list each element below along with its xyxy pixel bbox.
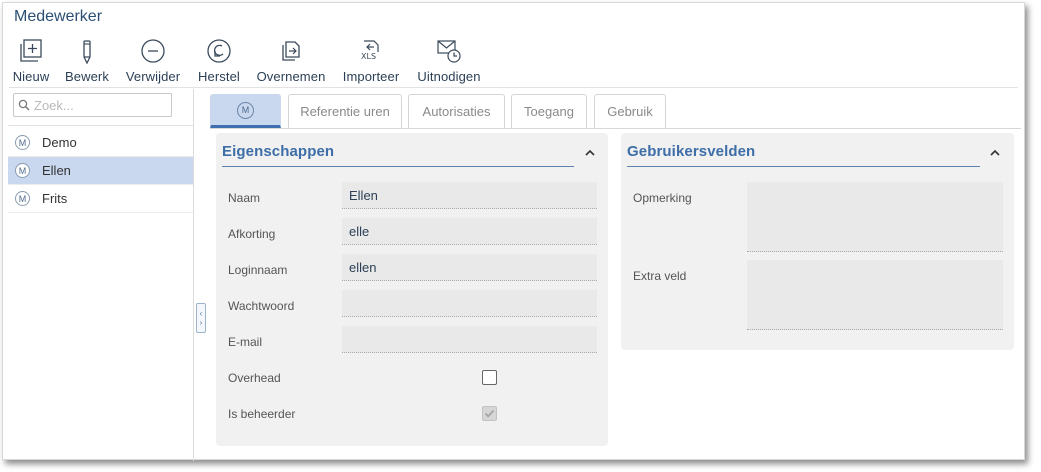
- delete-button[interactable]: Verwijder: [123, 37, 183, 87]
- edit-label: Bewerk: [65, 69, 109, 84]
- tab-label: Gebruik: [607, 104, 653, 119]
- copy-label: Overnemen: [256, 69, 326, 84]
- overhead-checkbox[interactable]: [482, 370, 497, 385]
- checkmark-icon: [484, 409, 495, 418]
- abbrev-field[interactable]: elle: [342, 218, 597, 245]
- employee-badge-icon: M: [15, 135, 30, 150]
- copy-button[interactable]: Overnemen: [255, 37, 327, 87]
- chevron-right-icon: ›: [199, 318, 203, 327]
- tab-access[interactable]: Toegang: [511, 94, 587, 128]
- employee-badge-icon: M: [15, 191, 30, 206]
- admin-checkbox[interactable]: [482, 406, 497, 421]
- tab-label: Referentie uren: [300, 104, 390, 119]
- overhead-label: Overhead: [228, 371, 281, 385]
- tab-reference-hours[interactable]: Referentie uren: [288, 94, 402, 128]
- tab-label: Autorisaties: [422, 104, 491, 119]
- password-label: Wachtwoord: [228, 299, 295, 313]
- window-title: Medewerker: [14, 8, 103, 25]
- copy-icon: [278, 37, 304, 65]
- invite-button[interactable]: Uitnodigen: [413, 37, 485, 87]
- restore-label: Herstel: [198, 69, 240, 84]
- name-label: Naam: [228, 191, 261, 205]
- import-label: Importeer: [342, 69, 400, 84]
- user-fields-header: Gebruikersvelden: [627, 143, 980, 167]
- restore-button[interactable]: Herstel: [195, 37, 243, 87]
- chevron-up-icon[interactable]: [583, 146, 597, 160]
- list-divider: [8, 125, 193, 126]
- user-fields-title: Gebruikersvelden: [627, 143, 756, 160]
- search-icon: [14, 99, 34, 111]
- list-item[interactable]: M Ellen: [8, 157, 193, 185]
- mail-clock-icon: [436, 37, 462, 65]
- email-field[interactable]: [342, 326, 597, 353]
- properties-header: Eigenschappen: [222, 143, 574, 167]
- import-button[interactable]: XLS Importeer: [339, 37, 403, 87]
- toolbar-divider: [9, 87, 1018, 88]
- invite-label: Uitnodigen: [417, 69, 481, 84]
- employee-name: Ellen: [42, 163, 71, 178]
- login-label: Loginnaam: [228, 263, 288, 277]
- employee-badge-icon: M: [237, 101, 254, 119]
- employee-name: Frits: [42, 191, 68, 206]
- email-label: E-mail: [228, 335, 263, 349]
- name-field[interactable]: Ellen: [342, 182, 597, 209]
- employee-window: Medewerker Nieuw Bewerk Verwijder Herste…: [2, 2, 1025, 461]
- list-item[interactable]: M Frits: [8, 185, 193, 213]
- new-label: Nieuw: [12, 69, 50, 84]
- tab-authorizations[interactable]: Autorisaties: [408, 94, 505, 128]
- password-field[interactable]: [342, 290, 597, 317]
- employee-name: Demo: [42, 135, 77, 150]
- employee-badge-icon: M: [15, 163, 30, 178]
- login-field[interactable]: ellen: [342, 254, 597, 281]
- delete-label: Verwijder: [125, 69, 181, 84]
- undo-icon: [206, 37, 232, 65]
- abbrev-label: Afkorting: [228, 227, 276, 241]
- search-box[interactable]: [13, 93, 172, 117]
- xls-import-icon: XLS: [358, 37, 384, 65]
- tab-usage[interactable]: Gebruik: [594, 94, 666, 128]
- minus-circle-icon: [140, 37, 166, 65]
- xls-text: XLS: [361, 52, 377, 61]
- employee-list-panel: M Demo M Ellen M Frits: [8, 89, 194, 461]
- new-button[interactable]: Nieuw: [12, 37, 50, 87]
- employee-list: M Demo M Ellen M Frits: [8, 129, 193, 213]
- properties-title: Eigenschappen: [222, 143, 335, 160]
- edit-button[interactable]: Bewerk: [63, 37, 111, 87]
- admin-label: Is beheerder: [228, 407, 296, 421]
- extra-label: Extra veld: [633, 269, 687, 283]
- list-item[interactable]: M Demo: [8, 129, 193, 157]
- tab-label: Toegang: [524, 104, 574, 119]
- panel-collapse-toggle[interactable]: ‹ ›: [196, 303, 206, 333]
- chevron-left-icon: ‹: [199, 309, 203, 318]
- pencil-icon: [74, 37, 100, 65]
- tab-bar: M Referentie uren Autorisaties Toegang G…: [210, 91, 1021, 129]
- properties-group: Eigenschappen Naam Ellen Afkorting elle …: [216, 133, 608, 446]
- toolbar: Nieuw Bewerk Verwijder Herstel Overnemen: [3, 37, 1024, 89]
- extra-field[interactable]: [747, 260, 1003, 330]
- add-icon: [18, 37, 44, 65]
- remark-field[interactable]: [747, 182, 1003, 252]
- tab-main[interactable]: M: [210, 94, 281, 128]
- user-fields-group: Gebruikersvelden Opmerking Extra veld: [621, 133, 1014, 350]
- remark-label: Opmerking: [633, 191, 692, 205]
- chevron-up-icon[interactable]: [988, 146, 1002, 160]
- search-input[interactable]: [34, 97, 164, 113]
